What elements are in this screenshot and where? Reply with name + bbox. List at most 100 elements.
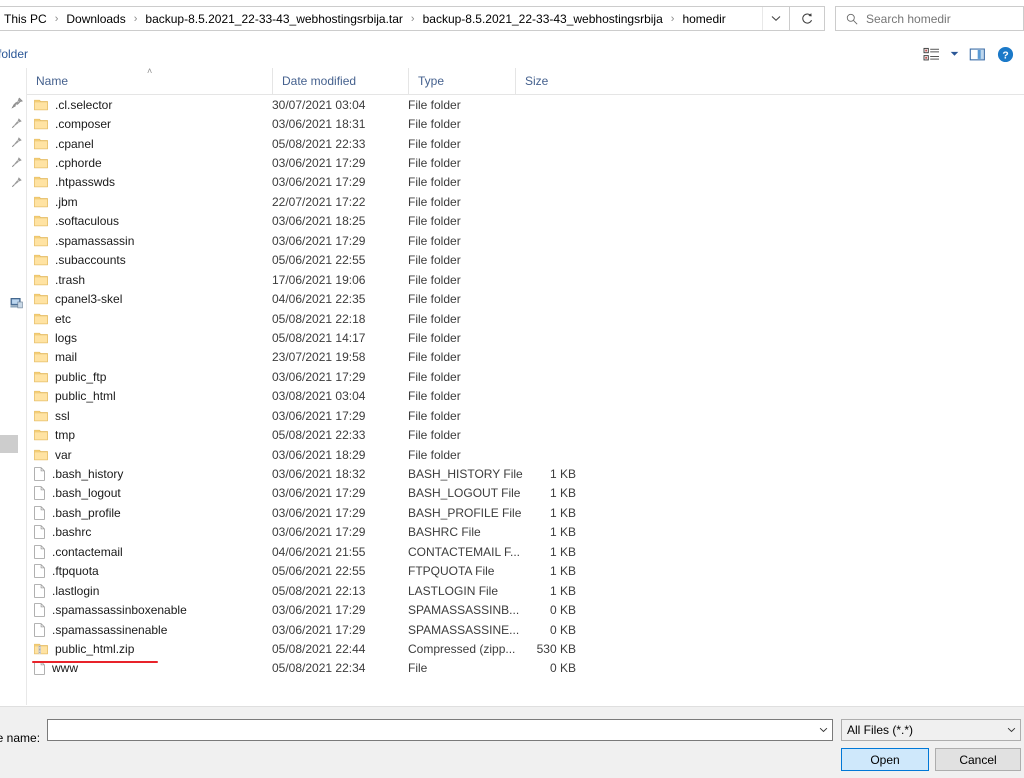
- breadcrumb-item-downloads[interactable]: Downloads: [63, 10, 128, 28]
- file-name-cell[interactable]: .trash: [34, 273, 85, 287]
- file-name-cell[interactable]: .contactemail: [34, 545, 123, 559]
- breadcrumb-item-this-pc[interactable]: This PC: [1, 10, 50, 28]
- file-name-cell[interactable]: ssl: [34, 409, 70, 423]
- table-row[interactable]: .jbm 22/07/2021 17:22 File folder: [27, 192, 1024, 211]
- refresh-button[interactable]: [790, 6, 825, 31]
- table-row[interactable]: etc 05/08/2021 22:18 File folder: [27, 309, 1024, 328]
- file-name-cell[interactable]: .htpasswds: [34, 175, 115, 189]
- table-row[interactable]: mail 23/07/2021 19:58 File folder: [27, 348, 1024, 367]
- file-name-cell[interactable]: .bash_logout: [34, 486, 121, 500]
- quick-access-item[interactable]: [0, 132, 26, 152]
- file-name-cell[interactable]: .bashrc: [34, 525, 91, 539]
- file-size-cell: 0 KB: [549, 661, 576, 676]
- table-row[interactable]: .trash 17/06/2021 19:06 File folder: [27, 270, 1024, 289]
- file-name-input[interactable]: [48, 720, 815, 740]
- table-row[interactable]: .lastlogin 05/08/2021 22:13 LASTLOGIN File…: [27, 581, 1024, 600]
- file-name-cell[interactable]: public_ftp: [34, 370, 106, 384]
- table-row[interactable]: www 05/08/2021 22:34 File 0 KB: [27, 659, 1024, 678]
- file-type-filter-dropdown-button[interactable]: [1003, 720, 1020, 740]
- file-name-cell[interactable]: .ftpquota: [34, 564, 99, 578]
- table-row[interactable]: var 03/06/2021 18:29 File folder: [27, 445, 1024, 464]
- file-date-cell: 03/06/2021 18:32: [272, 467, 366, 482]
- file-name-cell[interactable]: .cpanel: [34, 137, 94, 151]
- breadcrumb-item-backup-folder[interactable]: backup-8.5.2021_22-33-43_webhostingsrbij…: [420, 10, 666, 28]
- table-row[interactable]: public_html 03/08/2021 03:04 File folder: [27, 387, 1024, 406]
- column-header-size[interactable]: Size: [515, 68, 590, 94]
- table-row[interactable]: .ftpquota 05/06/2021 22:55 FTPQUOTA File 1 …: [27, 562, 1024, 581]
- file-type-cell: File folder: [408, 350, 461, 365]
- file-name-cell[interactable]: logs: [34, 331, 77, 345]
- quick-access-item[interactable]: [0, 152, 26, 172]
- table-row[interactable]: .spamassassinboxenable 03/06/2021 17:29 SP…: [27, 600, 1024, 619]
- navigation-pane-scrollbar[interactable]: [0, 435, 18, 453]
- file-name-cell[interactable]: .bash_history: [34, 467, 123, 481]
- change-view-button[interactable]: [918, 42, 944, 66]
- chevron-down-icon[interactable]: [762, 7, 789, 30]
- table-row[interactable]: .composer 03/06/2021 18:31 File folder: [27, 114, 1024, 133]
- file-date-cell: 04/06/2021 22:35: [272, 292, 366, 307]
- file-name-cell[interactable]: .spamassassinboxenable: [34, 603, 187, 617]
- file-name-cell[interactable]: etc: [34, 312, 71, 326]
- file-name-cell[interactable]: tmp: [34, 428, 75, 442]
- file-name-cell[interactable]: www: [34, 661, 78, 675]
- file-name-cell[interactable]: .subaccounts: [34, 253, 126, 267]
- cancel-button[interactable]: Cancel: [935, 748, 1021, 771]
- quick-access-item[interactable]: [0, 172, 26, 192]
- breadcrumb-item-tar-archive[interactable]: backup-8.5.2021_22-33-43_webhostingsrbij…: [142, 10, 406, 28]
- file-name-cell[interactable]: .bash_profile: [34, 506, 121, 520]
- file-name-cell[interactable]: public_html: [34, 389, 116, 403]
- file-name-cell[interactable]: .composer: [34, 117, 111, 131]
- table-row[interactable]: .cpanel 05/08/2021 22:33 File folder: [27, 134, 1024, 153]
- file-name-cell[interactable]: cpanel3-skel: [34, 292, 122, 306]
- table-row[interactable]: cpanel3-skel 04/06/2021 22:35 File folder: [27, 289, 1024, 308]
- open-button[interactable]: Open: [841, 748, 929, 771]
- quick-access-item[interactable]: [0, 93, 26, 113]
- view-dropdown-button[interactable]: [946, 42, 962, 66]
- sidebar-item-this-pc[interactable]: [0, 293, 26, 313]
- breadcrumb-item-homedir[interactable]: homedir: [679, 10, 728, 28]
- file-name-dropdown-button[interactable]: [815, 720, 832, 740]
- quick-access-item[interactable]: [0, 113, 26, 133]
- file-date-cell: 03/08/2021 03:04: [272, 389, 366, 404]
- table-row[interactable]: .cphorde 03/06/2021 17:29 File folder: [27, 153, 1024, 172]
- file-name-combobox[interactable]: [47, 719, 833, 741]
- table-row[interactable]: .contactemail 04/06/2021 21:55 CONTACTEMAI…: [27, 542, 1024, 561]
- table-row[interactable]: .softaculous 03/06/2021 18:25 File folder: [27, 212, 1024, 231]
- column-header-date-modified[interactable]: Date modified: [272, 68, 408, 94]
- column-header-type[interactable]: Type: [408, 68, 515, 94]
- file-type-filter-combobox[interactable]: All Files (*.*): [841, 719, 1021, 741]
- table-row[interactable]: .bash_profile 03/06/2021 17:29 BASH_PROFIL…: [27, 503, 1024, 522]
- table-row[interactable]: .subaccounts 05/06/2021 22:55 File folder: [27, 251, 1024, 270]
- address-path-box[interactable]: This PC › Downloads › backup-8.5.2021_22…: [0, 6, 790, 31]
- file-name-cell[interactable]: var: [34, 448, 72, 462]
- search-input[interactable]: Search homedir: [835, 6, 1024, 31]
- file-name-cell[interactable]: .spamassassinenable: [34, 623, 167, 637]
- table-row[interactable]: logs 05/08/2021 14:17 File folder: [27, 328, 1024, 347]
- new-folder-button[interactable]: folder: [0, 47, 28, 61]
- file-name-cell[interactable]: .cphorde: [34, 156, 102, 170]
- table-row[interactable]: .spamassassin 03/06/2021 17:29 File folder: [27, 231, 1024, 250]
- file-name-cell[interactable]: mail: [34, 350, 77, 364]
- table-row[interactable]: .bashrc 03/06/2021 17:29 BASHRC File 1 KB: [27, 523, 1024, 542]
- table-row[interactable]: .spamassassinenable 03/06/2021 17:29 SPAMA…: [27, 620, 1024, 639]
- file-name-cell[interactable]: .jbm: [34, 195, 78, 209]
- file-name-cell[interactable]: .softaculous: [34, 214, 119, 228]
- file-name-cell[interactable]: public_html.zip: [34, 642, 134, 656]
- table-row[interactable]: .cl.selector 30/07/2021 03:04 File folder: [27, 95, 1024, 114]
- table-row[interactable]: .bash_history 03/06/2021 18:32 BASH_HISTOR…: [27, 464, 1024, 483]
- table-row[interactable]: tmp 05/08/2021 22:33 File folder: [27, 425, 1024, 444]
- table-row[interactable]: ssl 03/06/2021 17:29 File folder: [27, 406, 1024, 425]
- help-button[interactable]: ?: [992, 42, 1018, 66]
- table-row[interactable]: .bash_logout 03/06/2021 17:29 BASH_LOGOUT …: [27, 484, 1024, 503]
- table-row[interactable]: public_ftp 03/06/2021 17:29 File folder: [27, 367, 1024, 386]
- file-type-cell: File folder: [408, 194, 461, 209]
- file-name-cell[interactable]: .spamassassin: [34, 234, 134, 248]
- file-name-cell[interactable]: .lastlogin: [34, 584, 99, 598]
- table-row[interactable]: .htpasswds 03/06/2021 17:29 File folder: [27, 173, 1024, 192]
- file-name-cell[interactable]: .cl.selector: [34, 98, 112, 112]
- table-row[interactable]: public_html.zip 05/08/2021 22:44 Compresse…: [27, 639, 1024, 658]
- preview-pane-button[interactable]: [964, 42, 990, 66]
- file-icon: [34, 486, 45, 501]
- file-list[interactable]: .cl.selector 30/07/2021 03:04 File folder.…: [27, 95, 1024, 705]
- navigation-pane[interactable]: [0, 68, 27, 705]
